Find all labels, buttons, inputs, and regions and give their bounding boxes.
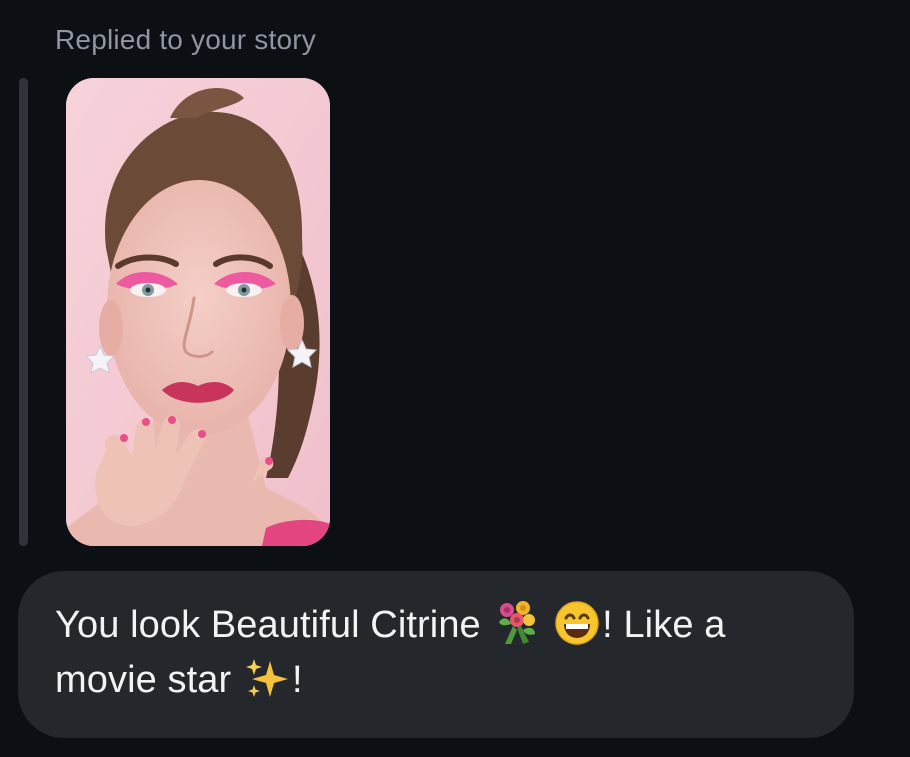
message-part-1: You look Beautiful Citrine [55, 604, 492, 646]
quote-bar [19, 78, 28, 546]
replied-to-story-label: Replied to your story [55, 24, 316, 55]
bouquet-icon [493, 600, 539, 646]
sparkles-icon [244, 655, 290, 701]
story-reply-thread: Replied to your story You look Beautiful… [0, 0, 910, 757]
message-part-3: ! [291, 659, 303, 701]
story-thumbnail[interactable] [66, 78, 330, 546]
grinning-face-icon [554, 600, 600, 646]
story-photo [66, 78, 330, 546]
message-bubble[interactable]: You look Beautiful Citrine ! Like a movi… [18, 571, 854, 738]
message-text: You look Beautiful Citrine ! Like a movi… [55, 598, 810, 708]
